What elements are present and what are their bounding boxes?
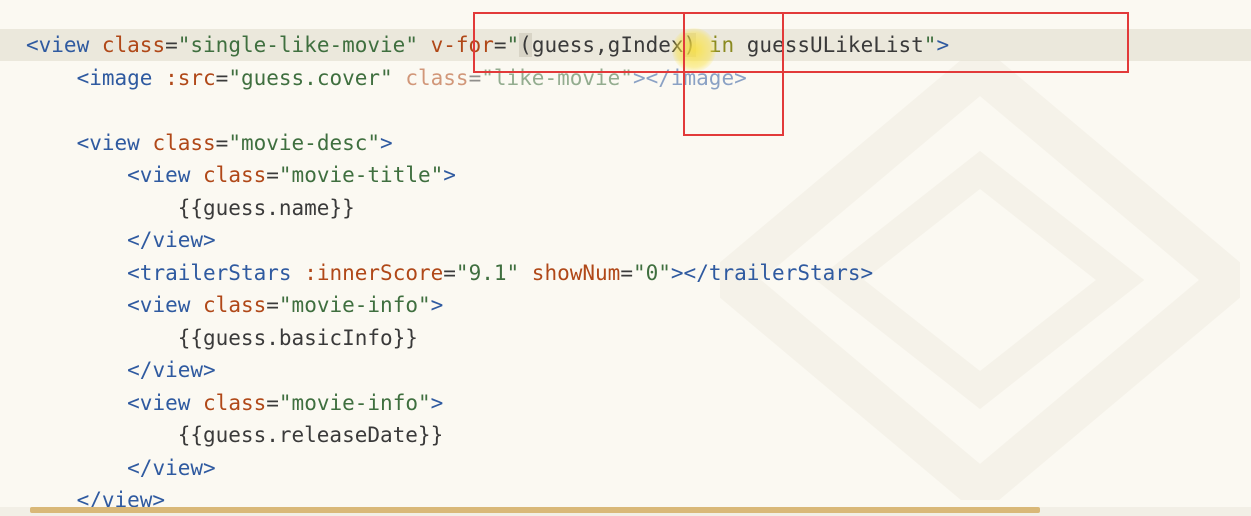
code-token: "0" (632, 260, 671, 285)
code-token: <view (26, 33, 90, 57)
annotation-box-gindex (683, 12, 784, 136)
code-token: <view (127, 390, 191, 415)
code-token: class (405, 65, 469, 90)
code-token: > (430, 390, 444, 415)
code-token: = (443, 260, 456, 285)
code-token: "single-like-movie" (177, 33, 418, 57)
code-line[interactable]: {{guess.releaseDate}} (26, 419, 444, 451)
code-token: </view> (127, 228, 216, 252)
code-line[interactable]: <view class="movie-info"> (26, 289, 443, 321)
code-token: :innerScore (304, 260, 444, 285)
code-token: = (266, 293, 279, 317)
code-line[interactable]: {{guess.name}} (26, 192, 355, 224)
code-token: <view (76, 130, 140, 155)
horizontal-scrollbar-thumb[interactable] (30, 507, 1040, 513)
code-line[interactable]: <view class="movie-desc"> (26, 127, 393, 159)
code-token: {{guess.basicInfo}} (26, 325, 418, 350)
code-token: = (165, 33, 178, 57)
code-token: "movie-desc" (228, 130, 381, 155)
code-token: <view (127, 163, 191, 187)
code-token: = (266, 390, 279, 415)
code-line[interactable]: </view> (26, 224, 216, 256)
code-token: {{guess.name}} (26, 195, 355, 220)
code-line[interactable]: <trailerStars :innerScore="9.1" showNum=… (26, 257, 873, 289)
code-token: > (430, 293, 444, 317)
code-token: class (152, 130, 216, 155)
code-token: "movie-info" (278, 293, 431, 317)
annotation-box-vfor (473, 12, 1129, 73)
code-line[interactable]: <view class="movie-info"> (26, 387, 443, 419)
code-line[interactable]: </view> (26, 354, 216, 386)
code-token: = (215, 65, 229, 90)
code-line[interactable]: {{guess.basicInfo}} (26, 322, 418, 354)
code-line[interactable]: <view class="movie-title"> (26, 159, 456, 191)
code-token: {{guess.releaseDate}} (26, 423, 444, 447)
code-token: = (215, 130, 229, 155)
code-token: class (101, 33, 166, 57)
code-token: "movie-info" (278, 390, 431, 415)
code-token: > (443, 163, 456, 187)
code-token: class (203, 293, 267, 317)
code-token: "movie-title" (278, 163, 444, 187)
code-token: "guess.cover" (228, 65, 393, 90)
code-token: ></trailerStars> (670, 260, 874, 285)
code-token: class (203, 390, 267, 415)
code-token: > (380, 130, 393, 155)
code-editor[interactable]: <view class="single-like-movie" v-for="(… (0, 0, 1251, 516)
code-token: showNum (531, 260, 621, 285)
code-token: <view (127, 293, 191, 317)
code-token: = (620, 260, 633, 285)
code-line[interactable]: </view> (26, 452, 216, 484)
code-token: :src (165, 65, 216, 90)
code-token: "9.1" (455, 260, 520, 285)
code-token: = (266, 163, 279, 187)
code-token: </view> (127, 358, 216, 382)
code-token: class (203, 163, 267, 187)
code-token: <image (76, 65, 153, 90)
code-token: <trailerStars (127, 260, 292, 285)
code-token: </view> (127, 455, 216, 480)
